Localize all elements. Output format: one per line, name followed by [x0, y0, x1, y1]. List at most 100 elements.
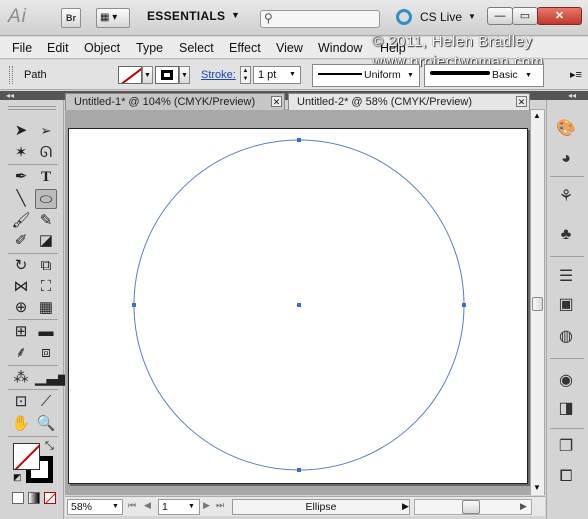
column-graph-tool-icon[interactable]: ▁▃▅ [35, 368, 70, 388]
panel-grip-handle[interactable] [9, 66, 13, 84]
menu-select[interactable]: Select [179, 41, 214, 55]
stroke-panel-link[interactable]: Stroke: [201, 69, 236, 81]
next-artboard-icon[interactable]: ▶ [203, 500, 210, 511]
chevron-down-icon[interactable]: ▼ [188, 503, 195, 510]
menu-file[interactable]: File [12, 41, 32, 55]
anchor-point-right[interactable] [462, 303, 466, 307]
cs-live-icon[interactable] [396, 9, 412, 25]
menu-type[interactable]: Type [136, 41, 163, 55]
color-mode-button[interactable] [12, 492, 24, 504]
expand-dock-icon[interactable]: ◂◂ [568, 91, 576, 100]
none-mode-button[interactable] [44, 492, 57, 505]
brushes-panel-icon[interactable]: ⚘ [553, 186, 579, 208]
stroke-panel-icon[interactable]: ☰ [553, 266, 579, 288]
stroke-weight-stepper[interactable]: ▲ ▼ [240, 66, 251, 84]
hand-tool-icon[interactable]: ✋ [10, 414, 32, 434]
layers-panel-icon[interactable]: ❐ [553, 436, 579, 458]
chevron-down-icon[interactable]: ▼ [468, 12, 476, 21]
default-fill-stroke-icon[interactable]: ◩ [13, 472, 22, 483]
workspace-switcher[interactable]: ESSENTIALS [147, 9, 225, 23]
swap-fill-stroke-icon[interactable]: ⤡ [45, 440, 54, 453]
menu-object[interactable]: Object [84, 41, 120, 55]
first-artboard-icon[interactable]: ⏮ [128, 500, 136, 511]
eyedropper-tool-icon[interactable]: ⸙ [10, 343, 32, 363]
artboards-panel-icon[interactable]: ⧠ [553, 466, 579, 488]
scroll-up-icon[interactable]: ▲ [531, 111, 543, 120]
blend-tool-icon[interactable]: ⧈ [35, 343, 57, 363]
chevron-down-icon[interactable]: ▼ [231, 10, 240, 20]
fill-box[interactable] [13, 443, 40, 470]
zoom-tool-icon[interactable]: 🔍 [35, 414, 57, 434]
type-tool-icon[interactable]: T [35, 167, 57, 187]
appearance-panel-icon[interactable]: ◉ [553, 370, 579, 392]
pen-tool-icon[interactable]: ✒ [10, 167, 32, 187]
fill-dropdown[interactable]: ▼ [142, 66, 153, 84]
gradient-panel-icon[interactable]: ▣ [553, 294, 579, 316]
chevron-down-icon[interactable]: ▼ [289, 71, 296, 78]
cs-live-button[interactable]: CS Live [420, 10, 462, 24]
gradient-mode-button[interactable] [28, 492, 40, 504]
rotate-tool-icon[interactable]: ↻ [10, 256, 32, 276]
close-window-button[interactable]: ✕ [537, 7, 582, 25]
center-point[interactable] [297, 303, 301, 307]
chevron-down-icon[interactable]: ▼ [112, 503, 119, 510]
perspective-grid-tool-icon[interactable]: ▦ [35, 298, 57, 318]
ellipse-tool-icon[interactable]: ⬭ [35, 189, 57, 209]
color-guide-panel-icon[interactable]: ◕ [553, 148, 579, 170]
mesh-tool-icon[interactable]: ⊞ [10, 322, 32, 342]
scroll-right-icon[interactable]: ▶ [520, 501, 527, 512]
eraser-tool-icon[interactable]: ◪ [35, 231, 57, 251]
menu-view[interactable]: View [276, 41, 303, 55]
close-tab-icon[interactable]: ✕ [516, 96, 527, 107]
menu-window[interactable]: Window [318, 41, 362, 55]
status-display[interactable]: Ellipse [232, 499, 410, 515]
lasso-tool-icon[interactable]: ᘏ [35, 143, 57, 163]
anchor-point-top[interactable] [297, 138, 301, 142]
vertical-scroll-thumb[interactable] [532, 297, 543, 311]
tools-panel-grip[interactable] [8, 104, 56, 110]
arrange-documents-button[interactable]: ▦ ▾ [96, 8, 130, 28]
menu-effect[interactable]: Effect [229, 41, 261, 55]
blob-brush-tool-icon[interactable]: ✐ [10, 231, 32, 251]
anchor-point-bottom[interactable] [297, 468, 301, 472]
document-tab-active[interactable]: Untitled-2* @ 58% (CMYK/Preview) [288, 93, 530, 110]
selection-tool-icon[interactable]: ➤ [10, 121, 32, 141]
collapse-tools-icon[interactable]: ◂◂ [6, 91, 14, 100]
menu-edit[interactable]: Edit [47, 41, 69, 55]
go-to-bridge-button[interactable]: Br [61, 8, 81, 28]
width-tool-icon[interactable]: ⋈ [10, 277, 32, 297]
close-tab-icon[interactable]: ✕ [271, 96, 282, 107]
symbols-panel-icon[interactable]: ♣ [553, 224, 579, 246]
document-tab[interactable]: Untitled-1* @ 104% (CMYK/Preview) [65, 93, 285, 110]
slice-tool-icon[interactable]: ⟋ [35, 392, 57, 412]
search-input[interactable] [260, 10, 380, 28]
gradient-tool-icon[interactable]: ▬ [35, 322, 57, 342]
last-artboard-icon[interactable]: ⏭ [216, 500, 224, 511]
control-panel-menu-icon[interactable]: ▸≡ [570, 68, 582, 81]
maximize-button[interactable]: ▭ [512, 7, 538, 25]
magic-wand-tool-icon[interactable]: ✶ [10, 143, 32, 163]
horizontal-scroll-thumb[interactable] [462, 500, 480, 514]
artboard-tool-icon[interactable]: ⊡ [10, 392, 32, 412]
direct-selection-tool-icon[interactable]: ➢ [35, 121, 57, 141]
canvas-svg[interactable] [69, 129, 529, 485]
stroke-color-swatch[interactable] [155, 66, 179, 84]
shape-builder-tool-icon[interactable]: ⊕ [10, 298, 32, 318]
scroll-down-icon[interactable]: ▼ [531, 483, 543, 492]
chevron-down-icon[interactable]: ▼ [525, 72, 532, 79]
graphic-styles-panel-icon[interactable]: ◨ [553, 398, 579, 420]
minimize-button[interactable]: — [487, 7, 513, 25]
line-segment-tool-icon[interactable]: ╲ [10, 189, 32, 209]
symbol-sprayer-tool-icon[interactable]: ⁂ [10, 368, 32, 388]
anchor-point-left[interactable] [132, 303, 136, 307]
chevron-down-icon[interactable]: ▼ [407, 72, 414, 79]
pencil-tool-icon[interactable]: ✎ [35, 211, 57, 231]
fill-color-swatch[interactable] [118, 66, 142, 84]
scale-tool-icon[interactable]: ⧉ [35, 256, 57, 276]
stroke-dropdown[interactable]: ▼ [179, 66, 190, 84]
status-menu-arrow-icon[interactable]: ▶ [402, 501, 409, 512]
paintbrush-tool-icon[interactable]: 🖌 [10, 211, 32, 231]
free-transform-tool-icon[interactable]: ⛶ [35, 277, 57, 297]
transparency-panel-icon[interactable]: ◍ [553, 326, 579, 348]
color-panel-icon[interactable]: 🎨 [553, 118, 579, 140]
